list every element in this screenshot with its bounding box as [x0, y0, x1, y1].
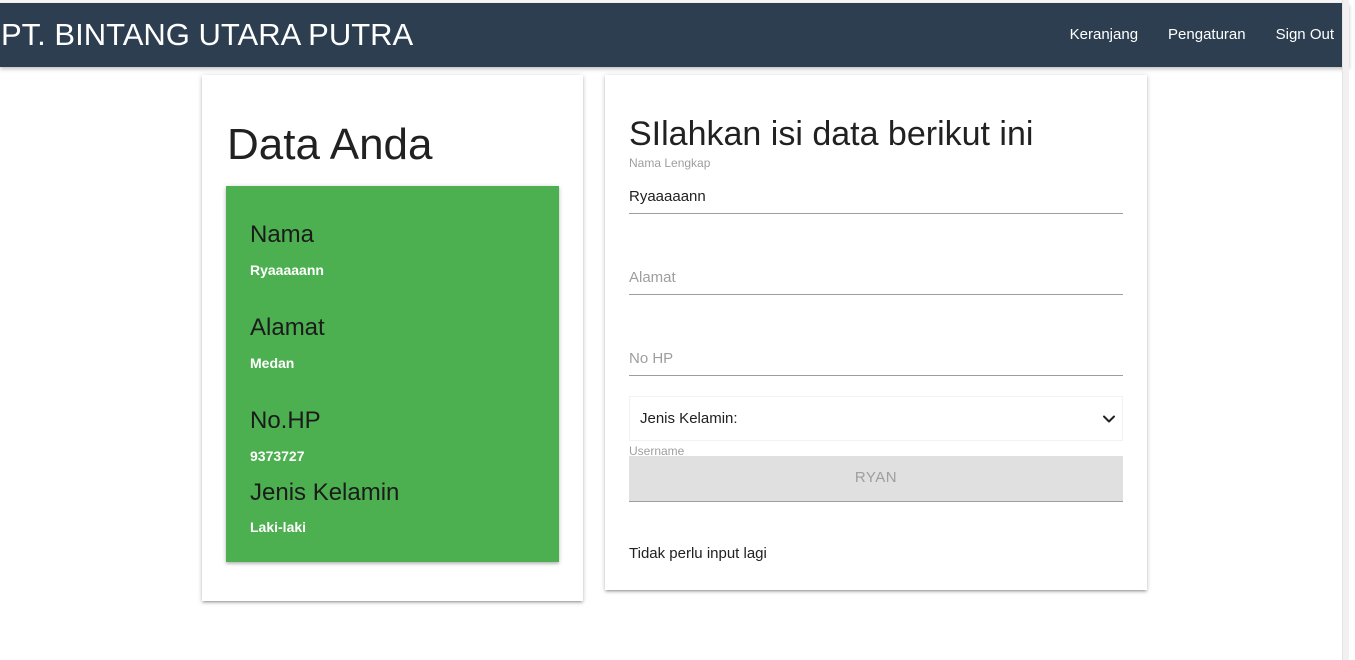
- nohp-value: 9373727: [250, 448, 305, 464]
- nama-lengkap-input[interactable]: [629, 180, 1123, 214]
- username-input-disabled: RYAN: [629, 456, 1123, 502]
- alamat-label: Alamat: [250, 314, 325, 341]
- nav-links: Keranjang Pengaturan Sign Out: [1070, 25, 1334, 45]
- nav-link-pengaturan[interactable]: Pengaturan: [1168, 25, 1246, 45]
- jenis-kelamin-select[interactable]: Jenis Kelamin:: [629, 396, 1123, 441]
- navbar: PT. BINTANG UTARA PUTRA Keranjang Pengat…: [0, 3, 1349, 67]
- jenis-kelamin-value: Laki-laki: [250, 519, 307, 535]
- nav-link-keranjang[interactable]: Keranjang: [1070, 25, 1138, 45]
- nav-link-sign-out[interactable]: Sign Out: [1276, 25, 1334, 45]
- nohp-label: No.HP: [250, 407, 321, 434]
- nohp-input[interactable]: [629, 342, 1123, 376]
- data-summary-box: Nama Ryaaaaann Alamat Medan No.HP 937372…: [226, 186, 559, 562]
- form-card: SIlahkan isi data berikut ini Nama Lengk…: [605, 75, 1147, 590]
- username-note: Tidak perlu input lagi: [629, 545, 767, 562]
- brand-title[interactable]: PT. BINTANG UTARA PUTRA: [1, 17, 413, 53]
- data-card-title: Data Anda: [227, 120, 433, 169]
- page: PT. BINTANG UTARA PUTRA Keranjang Pengat…: [0, 0, 1349, 660]
- chevron-down-icon: [1103, 415, 1115, 423]
- data-card: Data Anda Nama Ryaaaaann Alamat Medan No…: [202, 75, 583, 601]
- nama-lengkap-label: Nama Lengkap: [629, 156, 711, 170]
- page-scrollbar[interactable]: [1342, 0, 1349, 660]
- nama-value: Ryaaaaann: [250, 262, 324, 278]
- jenis-kelamin-selected: Jenis Kelamin:: [640, 410, 738, 427]
- nama-label: Nama: [250, 221, 315, 248]
- jenis-kelamin-label: Jenis Kelamin: [250, 479, 400, 506]
- alamat-input[interactable]: [629, 261, 1123, 295]
- alamat-value: Medan: [250, 355, 295, 371]
- form-title: SIlahkan isi data berikut ini: [629, 115, 1034, 153]
